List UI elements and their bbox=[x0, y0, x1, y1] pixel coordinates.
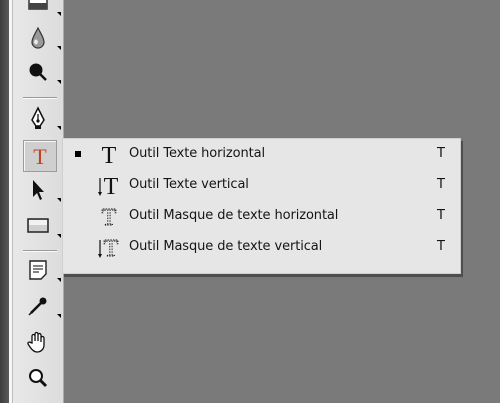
eyedropper-tool[interactable] bbox=[23, 292, 61, 320]
svg-text:T: T bbox=[102, 143, 117, 167]
svg-text:T: T bbox=[33, 145, 47, 167]
left-panel-edge bbox=[0, 0, 9, 403]
note-icon bbox=[29, 260, 47, 280]
tools-panel-rail bbox=[9, 0, 13, 403]
dodge-tool[interactable] bbox=[23, 58, 61, 86]
type-vertical-icon: T bbox=[98, 174, 119, 198]
type-mask-horizontal-icon: T bbox=[101, 205, 117, 229]
type-t-icon: T bbox=[33, 145, 47, 167]
menu-item-type-horizontal[interactable]: T Outil Texte horizontal T bbox=[63, 139, 460, 170]
menu-item-shortcut: T bbox=[437, 177, 445, 192]
menu-item-type-vertical[interactable]: T Outil Texte vertical T bbox=[63, 170, 460, 201]
notes-tool[interactable] bbox=[23, 256, 61, 284]
blur-tool[interactable] bbox=[23, 24, 61, 52]
menu-item-label: Outil Texte vertical bbox=[129, 177, 249, 192]
hand-icon bbox=[27, 331, 45, 353]
dodge-icon bbox=[29, 63, 47, 81]
type-tool[interactable]: T bbox=[23, 140, 57, 172]
eyedropper-icon bbox=[28, 297, 47, 316]
svg-text:T: T bbox=[104, 236, 119, 260]
svg-text:T: T bbox=[102, 205, 117, 229]
type-tool-flyout-menu: T Outil Texte horizontal T T Outil Texte… bbox=[62, 138, 461, 274]
pen-tool[interactable] bbox=[23, 104, 61, 132]
hand-tool[interactable] bbox=[23, 328, 53, 356]
tools-separator bbox=[23, 97, 57, 98]
menu-item-type-mask-horizontal[interactable]: T Outil Masque de texte horizontal T bbox=[63, 201, 460, 232]
magnifier-icon bbox=[29, 369, 48, 388]
blur-drop-icon bbox=[31, 27, 45, 49]
zoom-tool[interactable] bbox=[23, 364, 53, 392]
menu-item-label: Outil Masque de texte vertical bbox=[129, 239, 323, 254]
type-horizontal-icon: T bbox=[102, 143, 117, 167]
gradient-tool[interactable] bbox=[23, 0, 61, 18]
pen-nib-icon bbox=[31, 106, 45, 129]
rectangle-shape-icon bbox=[27, 218, 49, 233]
menu-item-shortcut: T bbox=[437, 239, 445, 254]
menu-item-shortcut: T bbox=[437, 146, 445, 161]
tools-panel: T bbox=[9, 0, 64, 403]
path-selection-tool[interactable] bbox=[23, 176, 61, 204]
gradient-icon bbox=[28, 0, 48, 10]
svg-text:T: T bbox=[104, 174, 119, 198]
menu-item-label: Outil Masque de texte horizontal bbox=[129, 208, 339, 223]
tools-separator bbox=[23, 250, 57, 251]
arrow-pointer-icon bbox=[33, 180, 44, 200]
rectangle-tool[interactable] bbox=[23, 212, 61, 240]
menu-item-shortcut: T bbox=[437, 208, 445, 223]
menu-item-label: Outil Texte horizontal bbox=[129, 146, 265, 161]
type-mask-vertical-icon: T bbox=[98, 236, 119, 260]
selected-bullet bbox=[75, 151, 81, 157]
menu-item-type-mask-vertical[interactable]: T Outil Masque de texte vertical T bbox=[63, 232, 460, 263]
